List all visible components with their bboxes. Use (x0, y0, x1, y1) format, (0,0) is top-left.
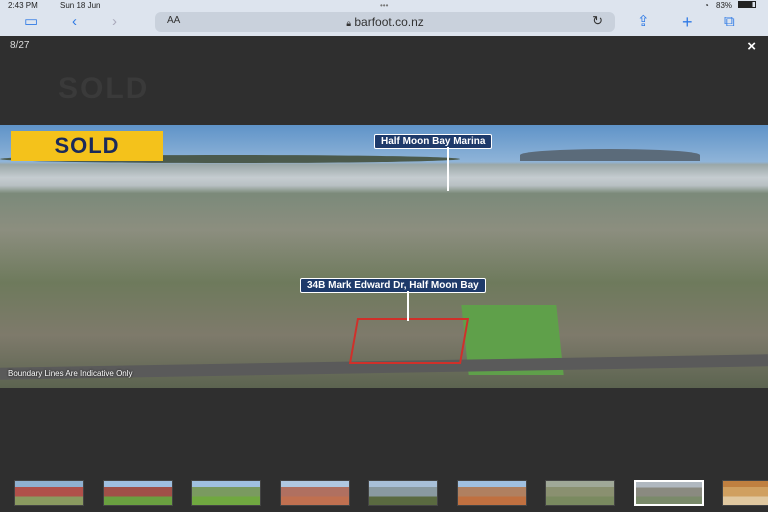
share-icon[interactable]: ⇪ (637, 14, 650, 30)
thumbnail[interactable] (102, 480, 173, 506)
forward-icon[interactable]: › (112, 14, 117, 30)
lock-icon: 🔒︎ (346, 18, 352, 28)
battery-percent: 83% (716, 1, 733, 10)
thumbnail[interactable] (279, 480, 350, 506)
status-time: 2:43 PM (8, 1, 38, 10)
photo-counter: 8/27 (10, 40, 30, 51)
address-label: 34B Mark Edward Dr, Half Moon Bay (300, 278, 486, 293)
boundary-outline (348, 318, 470, 364)
battery-icon (738, 1, 756, 8)
status-date: Sun 18 Jun (60, 1, 101, 10)
thumbnail[interactable] (456, 480, 527, 506)
thumbnail[interactable] (368, 480, 438, 506)
thumbnail[interactable] (545, 480, 615, 506)
boundary-note: Boundary Lines Are Indicative Only (8, 369, 133, 378)
tabs-icon[interactable]: ⧉ (724, 14, 735, 30)
marina-label: Half Moon Bay Marina (374, 134, 493, 149)
multitask-dots[interactable]: ••• (380, 1, 388, 10)
status-bar: 2:43 PM Sun 18 Jun ••• ◔ 83% (0, 0, 768, 10)
thumbnail-strip (0, 480, 768, 508)
sidebar-icon[interactable]: ▭ (24, 14, 38, 30)
thumbnail[interactable] (14, 480, 84, 506)
photo-viewer: 8/27 × SOLD SOLD Half Moon Bay Marina 34… (0, 36, 768, 512)
close-icon[interactable]: × (747, 38, 756, 55)
property-photo[interactable]: SOLD Half Moon Bay Marina 34B Mark Edwar… (0, 125, 768, 388)
marina-pin (447, 147, 449, 191)
browser-toolbar: ▭ ‹ › AA 🔒︎ barfoot.co.nz ↻ ⇪ + ⧉ (0, 10, 768, 36)
new-tab-icon[interactable]: + (682, 13, 693, 31)
url-text: barfoot.co.nz (354, 15, 424, 29)
thumbnail[interactable] (633, 480, 704, 506)
thumbnail[interactable] (722, 480, 768, 506)
wifi-icon: ◔ (704, 1, 709, 10)
thumbnail[interactable] (191, 480, 261, 506)
island (520, 149, 700, 161)
reload-icon[interactable]: ↻ (592, 13, 603, 29)
address-pin (407, 291, 409, 321)
sold-badge: SOLD (11, 131, 163, 161)
background-heading: SOLD (58, 72, 150, 105)
back-icon[interactable]: ‹ (72, 14, 77, 30)
address-bar[interactable]: AA 🔒︎ barfoot.co.nz ↻ (155, 12, 615, 32)
